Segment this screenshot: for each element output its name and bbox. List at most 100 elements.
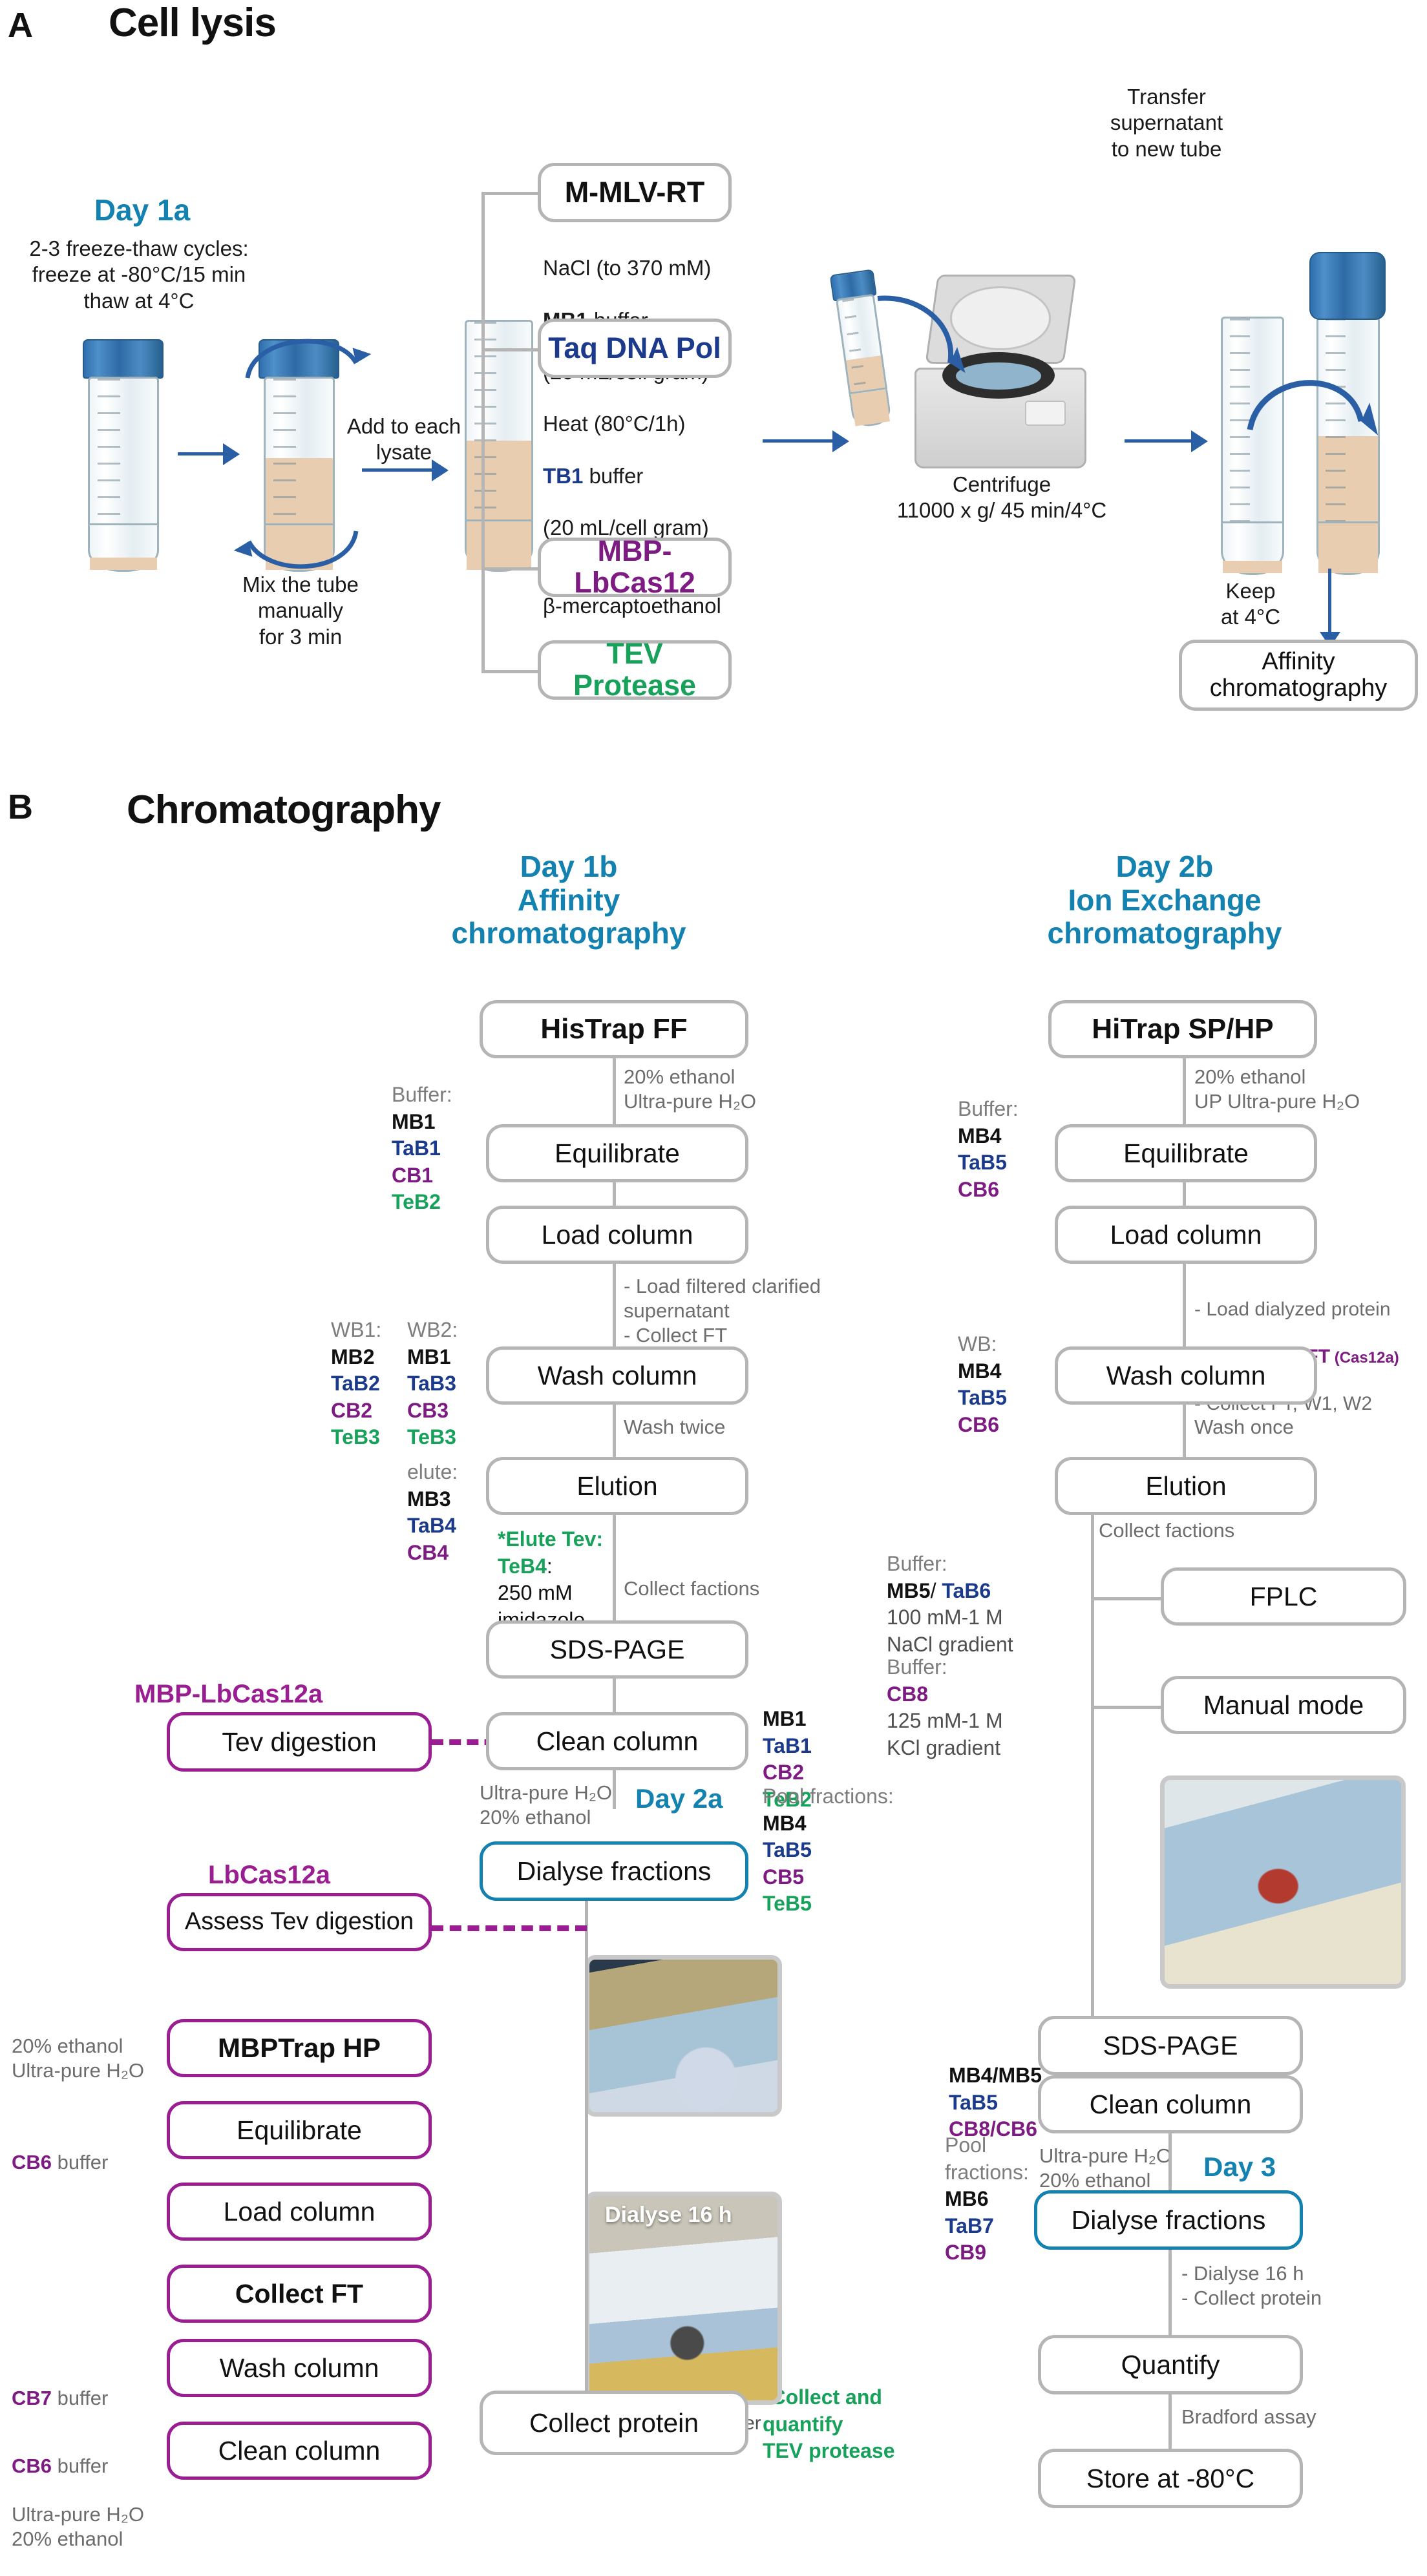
panel-b-title: Chromatography [127,788,441,832]
node-dialyse-fractions-affinity[interactable]: Dialyse fractions [480,1841,748,1901]
wb1-mb2: MB2 [331,1345,375,1368]
edge-note-wash-twice: Wash twice [624,1416,726,1438]
node-mbptrap-hp[interactable]: MBPTrap HP [167,2019,432,2077]
buffer-list-equilibrate: Buffer: MB1 TaB1 CB1 TeB2 [392,1082,489,1216]
node-load-column-mbptrap[interactable]: Load column [167,2183,432,2241]
bracket-vertical [481,192,485,670]
photo-dtube: Dialyse 16 h [585,2192,782,2405]
node-store-minus-80[interactable]: Store at -80°C [1038,2449,1303,2508]
clean-cb2: CB2 [763,1761,805,1785]
label-lbcas12a: LbCas12a [208,1861,330,1889]
node-collect-ft[interactable]: Collect FT [167,2265,432,2323]
edge-note-dialyse-quantify: - Dialyse 16 h - Collect protein [1181,2262,1322,2309]
manual-buffer-note: Buffer: CB8 125 mM-1 M KCl gradient [887,1654,1048,1761]
node-sds-page-affinity[interactable]: SDS-PAGE [486,1620,748,1679]
iex-load-cas12a: (Cas12a) [1330,1348,1399,1367]
elute-tev-note: *Elute Tev: TeB4: 250 mM imidazole [498,1526,627,1633]
arrow-1 [178,443,240,465]
wb2-tab3: TaB3 [407,1372,456,1396]
node-load-column-affinity[interactable]: Load column [486,1206,748,1264]
ann-cb6-clean: CB6 [12,2454,52,2477]
node-clean-column-iex[interactable]: Clean column [1038,2075,1303,2133]
ann-cb6-clean-rest: buffer [52,2454,109,2477]
collect-note-text: *Collect and quantify TEV protease [763,2385,895,2463]
fplc-buffer-detail: 100 mM-1 M NaCl gradient [887,1606,1013,1656]
protein-box-tev-protease[interactable]: TEV Protease [538,638,732,701]
iex-pool-header: Pool fractions: [945,2133,1029,2184]
taq-note-heat: Heat (80°C/1h) [543,412,686,436]
elute-tab4: TaB4 [407,1514,456,1538]
buffer-list-equilibrate-iex: Buffer: MB4 TaB5 CB6 [958,1096,1055,1203]
branch-to-fplc [1091,1597,1161,1600]
elute-header: elute: [407,1460,458,1483]
collect-protein-note: *Collect and quantify TEV protease [763,2384,924,2465]
fplc-buffer-tab6: TaB6 [942,1578,991,1602]
wb1-teb3: TeB3 [331,1425,380,1449]
node-hitrap-sp-hp[interactable]: HiTrap SP/HP [1048,1000,1317,1058]
node-wash-column-affinity[interactable]: Wash column [486,1346,748,1405]
node-elution-iex[interactable]: Elution [1055,1457,1317,1515]
node-fplc[interactable]: FPLC [1161,1567,1406,1626]
node-elution-affinity[interactable]: Elution [486,1457,748,1515]
buffer-list-elute: elute: MB3 TaB4 CB4 [407,1459,498,1566]
tube-tip-6 [1316,523,1380,575]
node-tev-digestion[interactable]: Tev digestion [167,1712,432,1772]
pool-teb5: TeB5 [763,1892,812,1916]
node-quantify[interactable]: Quantify [1038,2335,1303,2394]
bracket-h-1 [481,192,540,195]
protein-box-mbp-lbcas12[interactable]: MBP-LbCas12 [538,536,732,598]
node-clean-column-mbptrap[interactable]: Clean column [167,2422,432,2480]
node-equilibrate-affinity[interactable]: Equilibrate [486,1124,748,1182]
taq-notes: Heat (80°C/1h) TB1 buffer (20 mL/cell gr… [543,385,776,645]
wb2-mb1: MB1 [407,1345,451,1368]
node-manual-mode[interactable]: Manual mode [1161,1676,1406,1734]
node-dialyse-fractions-iex[interactable]: Dialyse fractions [1034,2190,1303,2250]
node-load-column-iex[interactable]: Load column [1055,1206,1317,1264]
iex-wb-tab5: TaB5 [958,1386,1007,1410]
edge-note-load-wash: - Load filtered clarified supernatant - … [624,1275,821,1346]
edge-note-collect-factions-iex: Collect factions [1099,1519,1235,1542]
iex-buffer-cb6: CB6 [958,1177,1000,1201]
node-sds-page-iex[interactable]: SDS-PAGE [1038,2016,1303,2075]
transfer-arrow-icon [1247,380,1379,435]
left-spine-lower [585,1900,588,2300]
tube-tip-5 [1220,523,1285,575]
node-wash-column-iex[interactable]: Wash column [1055,1346,1317,1405]
ann-purple-equilibrate: CB6 buffer [12,2126,173,2175]
buffer-list-wb2: WB2: MB1 TaB3 CB3 TeB3 [407,1317,491,1451]
node-wash-column-mbptrap[interactable]: Wash column [167,2339,432,2397]
edge-note-histrap-equilibrate: 20% ethanol Ultra-pure H₂O [624,1065,756,1113]
protein-box-mmlv[interactable]: M-MLV-RT [538,163,732,222]
node-histrap-ff[interactable]: HisTrap FF [480,1000,748,1058]
pool-mb4: MB4 [763,1811,807,1835]
fplc-buffer-mb5: MB5 [887,1578,931,1602]
tube-cap-loose [1309,252,1386,323]
iex-buffer-mb4: MB4 [958,1124,1002,1147]
node-equilibrate-mbptrap[interactable]: Equilibrate [167,2101,432,2159]
protein-box-taq[interactable]: Taq DNA Pol [538,319,732,378]
node-assess-tev-digestion[interactable]: Assess Tev digestion [167,1893,432,1951]
edge-note-clean-dialyse: Ultra-pure H₂O 20% ethanol [480,1781,612,1828]
day-1b-title: Day 1b Affinity chromatography [451,850,686,950]
photo-dialysis-fill [585,1955,782,2117]
taq-buffer-name: TB1 [543,463,584,488]
day-2b-title: Day 2b Ion Exchange chromatography [1047,850,1282,950]
node-clean-column-affinity[interactable]: Clean column [486,1712,748,1770]
edge-note-bradford: Bradford assay [1181,2405,1316,2428]
dash-link-assess-tev [432,1925,587,1931]
affinity-chromatography-box[interactable]: Affinity chromatography [1179,640,1418,711]
edge-note-wash-once: Wash once [1194,1416,1294,1438]
node-equilibrate-iex[interactable]: Equilibrate [1055,1124,1317,1182]
right-lower-spine [1168,2073,1172,2486]
ann-purple-wash: CB7 buffer [12,2361,173,2411]
ann-mbptrap-prep: 20% ethanol Ultra-pure H₂O [12,2035,144,2082]
panel-a-letter: A [8,6,33,45]
pool-fractions-affinity: Pool fractions: MB4 TaB5 CB5 TeB5 [763,1783,905,1918]
bracket-h-2 [481,348,540,351]
panel-b-letter: B [8,788,33,826]
node-collect-protein[interactable]: Collect protein [480,2391,748,2455]
iex-wb-mb4: MB4 [958,1359,1002,1383]
tube-pooled [460,320,538,572]
iex-load-line1: - Load dialyzed protein [1194,1298,1391,1320]
buffer-tab1: TaB1 [392,1136,441,1160]
